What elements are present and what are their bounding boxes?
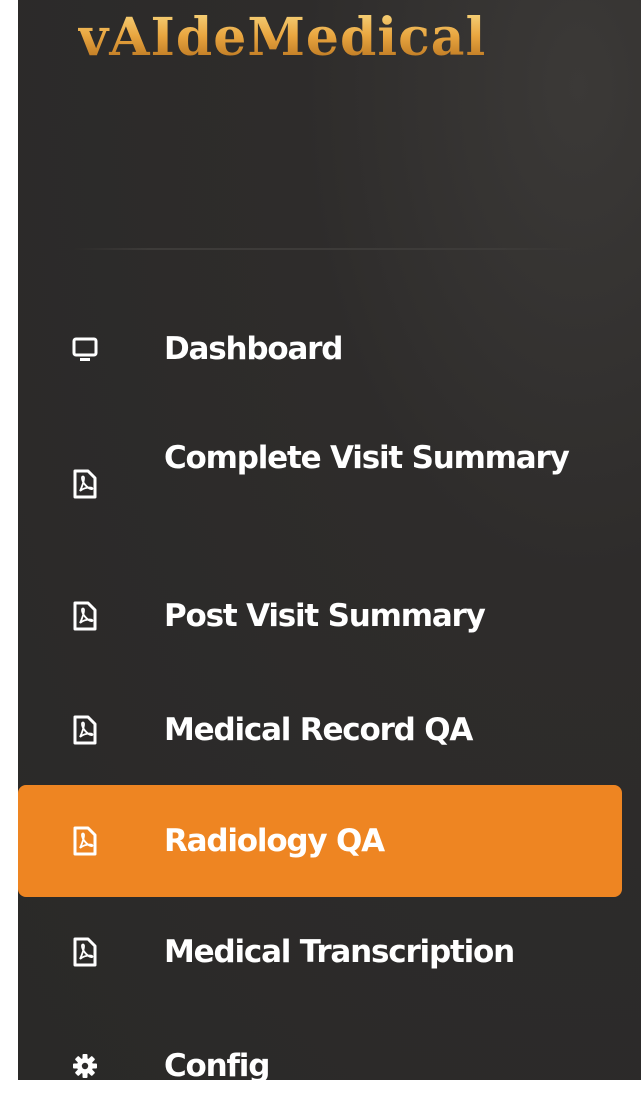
sidebar-item-label: Post Visit Summary (164, 598, 486, 634)
sidebar-item-label: Medical Transcription (164, 934, 515, 970)
sidebar-item-post-visit-summary[interactable]: Post Visit Summary (18, 586, 622, 646)
sidebar-item-label: Complete Visit Summary (164, 440, 570, 476)
sidebar-item-label: Dashboard (164, 331, 343, 367)
pdf-file-icon (70, 715, 100, 745)
sidebar-item-medical-record-qa[interactable]: Medical Record QA (18, 700, 622, 760)
sidebar-divider (73, 248, 578, 250)
sidebar-item-medical-transcription[interactable]: Medical Transcription (18, 922, 622, 982)
monitor-icon (70, 334, 100, 364)
pdf-file-icon (70, 601, 100, 631)
sidebar-item-label: Radiology QA (164, 823, 385, 859)
sidebar-item-config[interactable]: Config (18, 1036, 622, 1080)
sidebar-item-dashboard[interactable]: Dashboard (18, 319, 622, 379)
sidebar-item-radiology-qa[interactable]: Radiology QA (18, 785, 622, 897)
sidebar-item-label: Medical Record QA (164, 712, 473, 748)
pdf-file-icon (70, 826, 100, 856)
sidebar-item-complete-visit-summary[interactable]: Complete Visit Summary (18, 428, 622, 540)
pdf-file-icon (70, 469, 100, 499)
sidebar: vAIdeMedical Dashboard Complete Visit Su… (18, 0, 641, 1080)
gear-icon (70, 1051, 100, 1080)
app-logo[interactable]: vAIdeMedical (78, 12, 486, 64)
sidebar-item-label: Config (164, 1048, 270, 1080)
pdf-file-icon (70, 937, 100, 967)
